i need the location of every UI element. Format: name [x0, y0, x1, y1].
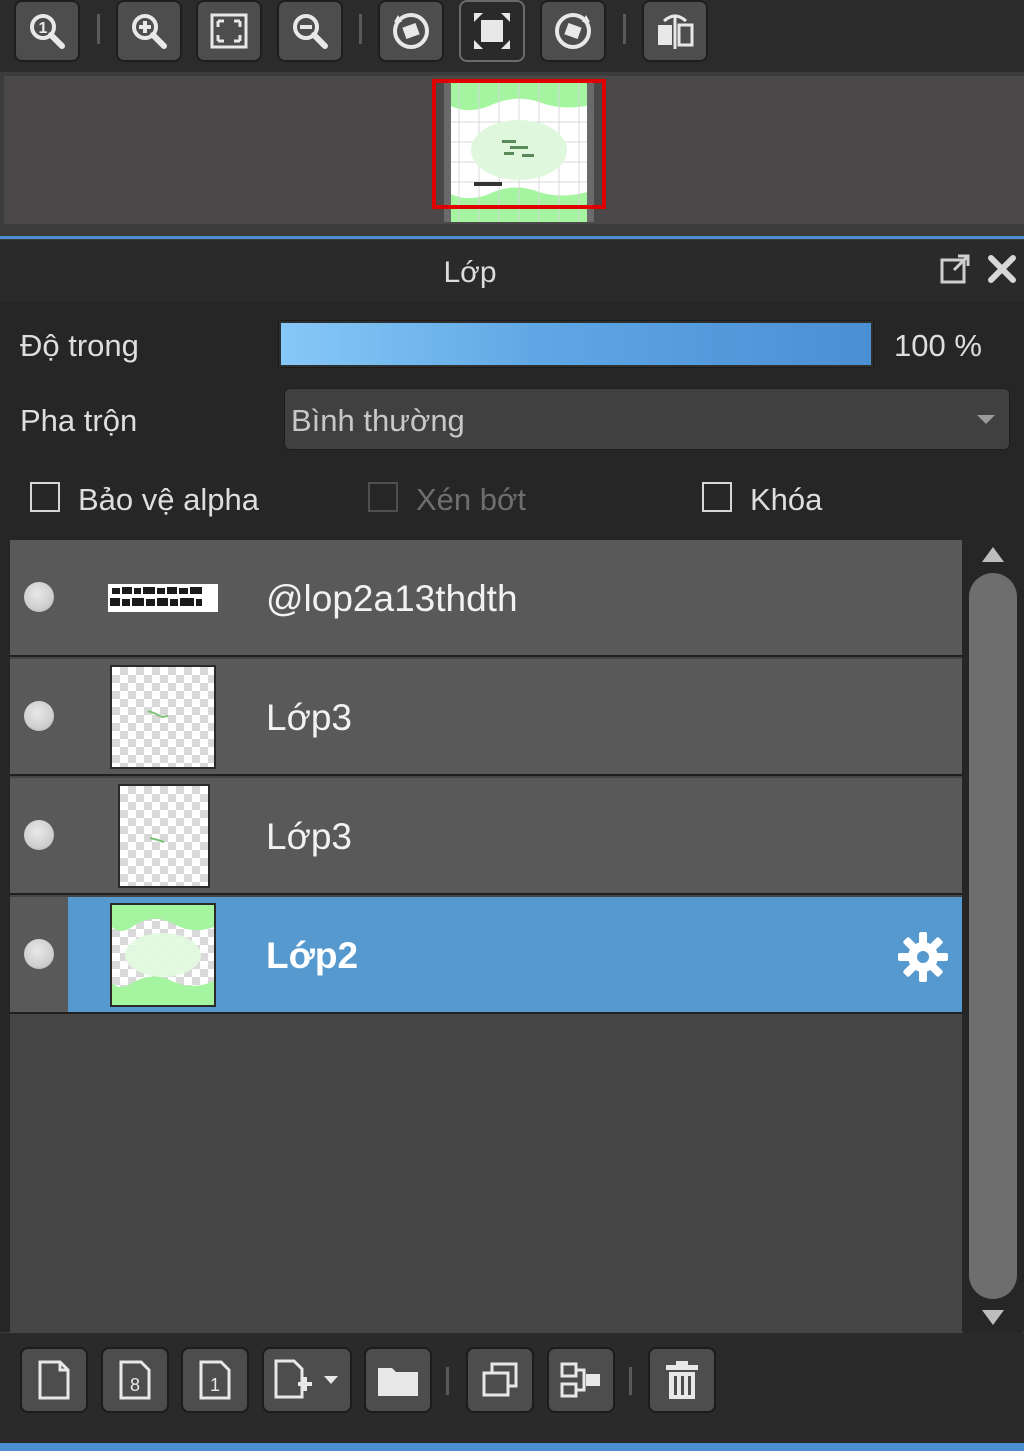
panel-title: Lớp: [443, 256, 497, 289]
svg-text:1: 1: [210, 1375, 220, 1395]
toolbar-separator: [623, 14, 626, 44]
reset-view-icon: [474, 13, 510, 49]
merge-down-icon: [560, 1362, 600, 1398]
zoom-out-icon: [293, 14, 328, 49]
new-8bit-layer-button[interactable]: 8: [101, 1347, 169, 1413]
opacity-slider[interactable]: [278, 320, 874, 368]
chevron-down-icon: [977, 415, 995, 424]
layers-list: @lop2a13thdth Lớp3 Lớp3 Lớp2: [10, 540, 962, 1333]
close-button[interactable]: [985, 252, 1019, 286]
protect-alpha-box[interactable]: [30, 482, 60, 512]
layer-thumbnail-content: [149, 837, 165, 843]
svg-text:1: 1: [39, 20, 48, 37]
new-folder-button[interactable]: [364, 1347, 432, 1413]
viewport-frame[interactable]: [432, 79, 606, 209]
toolbar-separator: [629, 1367, 632, 1395]
flip-horizontal-button[interactable]: [642, 0, 708, 62]
opacity-label: Độ trong: [20, 328, 139, 363]
zoom-out-button[interactable]: [277, 0, 343, 62]
blend-mode-value: Bình thường: [291, 403, 465, 438]
text-layer-thumbnail: [108, 584, 218, 612]
add-layer-menu-icon: [274, 1359, 338, 1399]
fit-window-icon: [210, 13, 248, 49]
toolbar-separator: [359, 14, 362, 44]
layers-scrollbar[interactable]: [964, 540, 1022, 1333]
new-1bit-layer-icon: 1: [199, 1360, 231, 1400]
visibility-toggle[interactable]: [24, 582, 54, 612]
layer-name: Lớp3: [266, 816, 352, 857]
popout-icon: [940, 254, 970, 284]
scroll-down-icon[interactable]: [980, 1308, 1006, 1328]
blend-mode-select[interactable]: Bình thường: [284, 388, 1010, 450]
zoom-100-icon: 1: [30, 14, 65, 49]
svg-text:8: 8: [130, 1375, 140, 1395]
protect-alpha-checkbox[interactable]: Bảo vệ alpha: [30, 482, 280, 522]
layer-thumbnail: [110, 665, 216, 769]
toolbar-separator: [446, 1367, 449, 1395]
layer-thumbnail: [118, 784, 210, 888]
layer-name: Lớp3: [266, 697, 352, 738]
navigator-preview[interactable]: [4, 76, 1024, 224]
view-toolbar: 1: [0, 0, 1024, 72]
layer-row[interactable]: Lớp3: [10, 659, 962, 776]
protect-alpha-label: Bảo vệ alpha: [78, 482, 259, 517]
lock-label: Khóa: [750, 482, 823, 517]
merge-down-button[interactable]: [547, 1347, 615, 1413]
add-layer-menu-button[interactable]: [262, 1347, 352, 1413]
delete-layer-button[interactable]: [648, 1347, 716, 1413]
panel-divider[interactable]: [0, 236, 1024, 239]
popout-button[interactable]: [938, 252, 972, 286]
duplicate-layer-icon: [482, 1362, 518, 1397]
new-layer-button[interactable]: [20, 1347, 88, 1413]
scroll-up-icon[interactable]: [980, 544, 1006, 564]
flip-horizontal-icon: [658, 14, 694, 49]
layer-actions-toolbar: 8 1: [0, 1333, 1024, 1443]
lock-box[interactable]: [702, 482, 732, 512]
visibility-toggle[interactable]: [24, 820, 54, 850]
toolbar-separator: [97, 14, 100, 44]
new-8bit-layer-icon: 8: [119, 1360, 151, 1400]
zoom-in-button[interactable]: [116, 0, 182, 62]
gear-icon[interactable]: [896, 930, 950, 984]
zoom-in-icon: [132, 14, 167, 49]
rotate-right-button[interactable]: [540, 0, 606, 62]
layer-row[interactable]: Lớp3: [10, 778, 962, 895]
scrollbar-thumb[interactable]: [969, 573, 1017, 1299]
clipping-label: Xén bớt: [416, 482, 526, 517]
opacity-slider-fill: [281, 323, 871, 365]
reset-view-button[interactable]: [459, 0, 525, 62]
duplicate-layer-button[interactable]: [466, 1347, 534, 1413]
opacity-value: 100 %: [894, 328, 982, 363]
layer-thumbnail: [110, 903, 216, 1007]
zoom-100-button[interactable]: 1: [14, 0, 80, 62]
blend-mode-label: Pha trộn: [20, 403, 138, 438]
layer-name: @lop2a13thdth: [266, 578, 518, 619]
layer-thumbnail-content: [112, 905, 214, 1005]
visibility-toggle[interactable]: [24, 939, 54, 969]
new-1bit-layer-button[interactable]: 1: [181, 1347, 249, 1413]
new-folder-icon: [378, 1368, 418, 1396]
rotate-left-icon: [393, 13, 429, 49]
layers-panel-header: Lớp: [0, 240, 1024, 302]
fit-window-button[interactable]: [196, 0, 262, 62]
delete-layer-icon: [666, 1361, 698, 1399]
rotate-left-button[interactable]: [378, 0, 444, 62]
panel-bottom-border: [0, 1443, 1024, 1451]
new-layer-icon: [38, 1360, 70, 1400]
rotate-right-icon: [555, 13, 591, 49]
clipping-checkbox: Xén bớt: [368, 482, 568, 522]
layer-thumbnail-content: [147, 710, 169, 719]
close-icon: [988, 255, 1016, 283]
layer-row[interactable]: Lớp2: [10, 897, 962, 1014]
lock-checkbox[interactable]: Khóa: [702, 482, 852, 522]
layer-row[interactable]: @lop2a13thdth: [10, 540, 962, 657]
clipping-box: [368, 482, 398, 512]
visibility-toggle[interactable]: [24, 701, 54, 731]
layer-name: Lớp2: [266, 935, 359, 976]
